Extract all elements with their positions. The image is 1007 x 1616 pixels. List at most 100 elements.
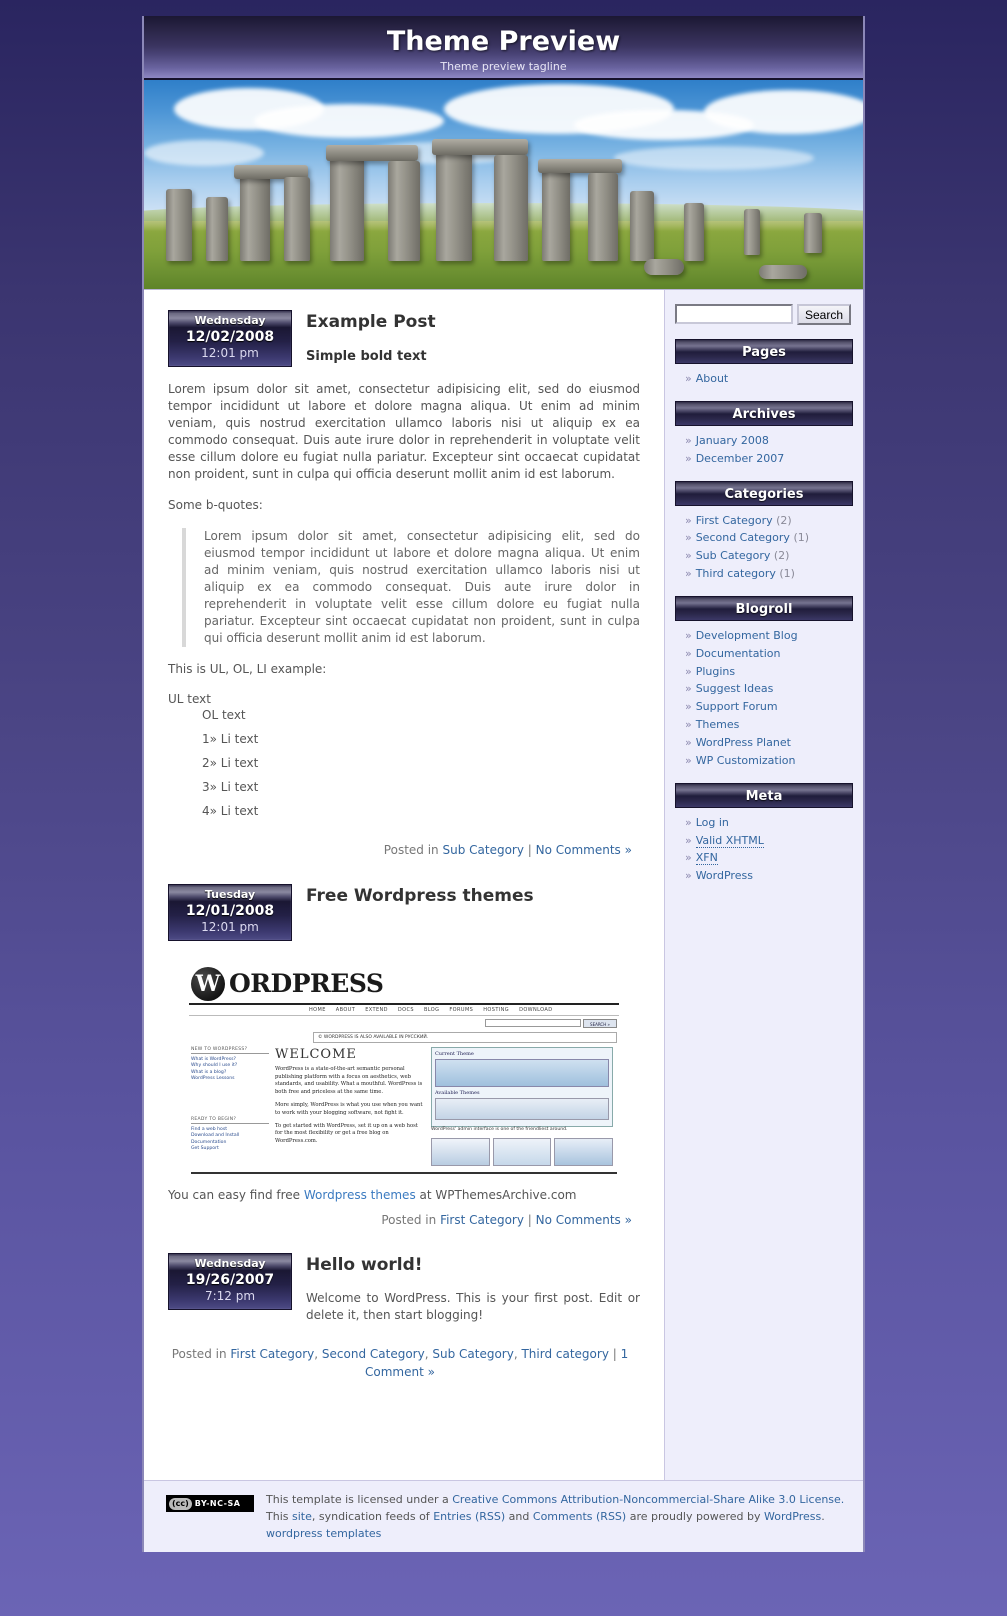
- wp-middle-column: WELCOME WordPress is a state-of-the-art …: [275, 1047, 425, 1166]
- post-category-link[interactable]: Sub Category: [442, 843, 523, 857]
- post-date-value: 19/26/2007: [185, 1272, 275, 1289]
- wp-nav-item[interactable]: FORUMS: [449, 1007, 473, 1013]
- wp-footer-rule: [190, 1171, 617, 1174]
- wordpress-w-icon: W: [190, 966, 225, 1001]
- creative-commons-badge-icon[interactable]: (cc) BY-NC-SA: [166, 1495, 254, 1512]
- sidebar-link-third-category[interactable]: Third category: [696, 567, 776, 580]
- bullet-icon: »: [684, 851, 692, 865]
- wp-nav-item[interactable]: HOSTING: [483, 1007, 509, 1013]
- search-input[interactable]: [674, 304, 793, 324]
- category-count: (1): [779, 567, 795, 581]
- wp-search-input[interactable]: [484, 1018, 581, 1027]
- wp-nav-item[interactable]: EXTEND: [365, 1007, 388, 1013]
- sidebar-link-sub-category[interactable]: Sub Category: [696, 549, 771, 562]
- bullet-icon: »: [684, 531, 692, 545]
- wp-link[interactable]: Documentation: [191, 1140, 269, 1145]
- cloud-icon: [254, 104, 444, 138]
- post-category-link[interactable]: Sub Category: [432, 1347, 513, 1361]
- bullet-icon: »: [684, 869, 692, 883]
- post-note-suffix: at WPThemesArchive.com: [415, 1187, 577, 1202]
- wp-nav-item[interactable]: ABOUT: [336, 1007, 355, 1013]
- sidebar-link-xfn[interactable]: XFN: [695, 851, 718, 866]
- post-date-time: 12:01 pm: [201, 346, 259, 360]
- list-item: » First Category (2): [685, 514, 853, 529]
- site-header: Theme Preview Theme preview tagline: [144, 16, 863, 80]
- sidebar-link-development-blog[interactable]: Development Blog: [696, 629, 798, 642]
- list-item: » Second Category (1): [685, 531, 853, 546]
- list-item: 1» Li text: [202, 732, 259, 747]
- wp-right-column: Current Theme Available Themes WordPress…: [430, 1046, 613, 1166]
- footer-and: and: [505, 1510, 533, 1524]
- wordpress-templates-link[interactable]: wordpress templates: [266, 1527, 381, 1540]
- category-count: (1): [793, 531, 810, 545]
- search-button[interactable]: Search: [796, 304, 851, 325]
- wp-nav-item[interactable]: DOCS: [398, 1007, 414, 1013]
- wp-link[interactable]: Get Support: [191, 1146, 269, 1151]
- site-link[interactable]: site: [292, 1510, 312, 1523]
- post-title[interactable]: Example Post: [306, 312, 640, 333]
- sidebar-link-suggest-ideas[interactable]: Suggest Ideas: [696, 682, 774, 695]
- wordpress-link[interactable]: WordPress: [764, 1510, 821, 1523]
- sidebar-link-december-2007[interactable]: December 2007: [696, 452, 785, 465]
- widget-list: » Development Blog » Documentation » Plugin…: [675, 629, 853, 769]
- wp-columns: NEW TO WORDPRESS? What is WordPress? Why…: [185, 1043, 623, 1166]
- wp-nav-item[interactable]: BLOG: [424, 1007, 439, 1013]
- wp-section-title: NEW TO WORDPRESS?: [190, 1047, 269, 1054]
- widget-list: » Log in » Valid XHTML » XFN » WordPress: [675, 816, 853, 884]
- sidebar-link-about[interactable]: About: [696, 372, 729, 385]
- widget-title: Blogroll: [674, 595, 853, 621]
- post-header: Wednesday 12/02/2008 12:01 pm Example Po…: [168, 310, 640, 367]
- post-header: Tuesday 12/01/2008 12:01 pm Free Wordpre…: [168, 883, 640, 941]
- sidebar-link-second-category[interactable]: Second Category: [696, 531, 790, 544]
- wp-link[interactable]: Find a web host: [191, 1127, 269, 1132]
- wp-nav-item[interactable]: DOWNLOAD: [519, 1007, 552, 1013]
- list-item: » Documentation: [685, 647, 853, 662]
- sidebar-link-valid-xhtml[interactable]: Valid XHTML: [695, 833, 764, 848]
- sidebar-link-wordpress[interactable]: WordPress: [696, 869, 753, 882]
- post-title[interactable]: Hello world!: [306, 1255, 640, 1276]
- wp-link[interactable]: Download and Install: [191, 1133, 269, 1138]
- wp-link[interactable]: WordPress Lessons: [191, 1076, 269, 1081]
- wp-left-column: NEW TO WORDPRESS? What is WordPress? Why…: [190, 1047, 269, 1166]
- post-title[interactable]: Free Wordpress themes: [306, 886, 640, 907]
- wp-nav-item[interactable]: HOME: [309, 1007, 326, 1013]
- standing-stone: [284, 177, 310, 261]
- list-item: » WordPress: [685, 869, 853, 884]
- post-meta-separator: |: [608, 1347, 621, 1362]
- wordpress-themes-link[interactable]: Wordpress themes: [304, 1188, 416, 1202]
- post-category-link[interactable]: First Category: [230, 1347, 314, 1361]
- post-comments-link[interactable]: No Comments »: [536, 843, 632, 857]
- post-category-link[interactable]: First Category: [440, 1213, 524, 1227]
- wp-link[interactable]: What is WordPress?: [191, 1057, 269, 1062]
- sidebar-link-january-2008[interactable]: January 2008: [696, 434, 769, 447]
- wp-search-button[interactable]: SEARCH »: [582, 1018, 617, 1028]
- standing-stone: [744, 209, 760, 255]
- sidebar-link-wordpress-planet[interactable]: WordPress Planet: [696, 736, 791, 749]
- cc-license-link[interactable]: Creative Commons Attribution-Noncommerci…: [452, 1493, 844, 1506]
- wp-link[interactable]: Why should I use it?: [191, 1063, 269, 1068]
- bullet-icon: »: [684, 682, 692, 696]
- post-category-link[interactable]: Second Category: [322, 1347, 425, 1361]
- list-item: » Sub Category (2): [685, 549, 853, 564]
- list-item: 2» Li text: [202, 756, 259, 771]
- sidebar-link-themes[interactable]: Themes: [696, 718, 740, 731]
- bullet-icon: »: [684, 833, 692, 847]
- post-blockquote: Lorem ipsum dolor sit amet, consectetur …: [182, 528, 640, 648]
- widget-list: » About: [675, 372, 853, 387]
- entries-rss-link[interactable]: Entries (RSS): [433, 1510, 505, 1523]
- sidebar-link-documentation[interactable]: Documentation: [696, 647, 781, 660]
- sidebar-link-first-category[interactable]: First Category: [696, 514, 773, 527]
- category-count: (2): [773, 549, 790, 563]
- search-form: Search: [674, 304, 853, 325]
- standing-stone: [388, 161, 420, 261]
- sidebar-link-support-forum[interactable]: Support Forum: [696, 700, 778, 713]
- sidebar-link-plugins[interactable]: Plugins: [696, 665, 735, 678]
- wp-link[interactable]: What is a blog?: [191, 1070, 269, 1075]
- sidebar-link-log-in[interactable]: Log in: [696, 816, 729, 829]
- wp-screenshot-thumb: [430, 1137, 490, 1166]
- wp-available-themes-title: Available Themes: [434, 1089, 480, 1096]
- sidebar-link-wp-customization[interactable]: WP Customization: [696, 754, 796, 767]
- post-category-link[interactable]: Third category: [521, 1347, 608, 1361]
- post-comments-link[interactable]: No Comments »: [536, 1213, 632, 1227]
- comments-rss-link[interactable]: Comments (RSS): [533, 1510, 626, 1523]
